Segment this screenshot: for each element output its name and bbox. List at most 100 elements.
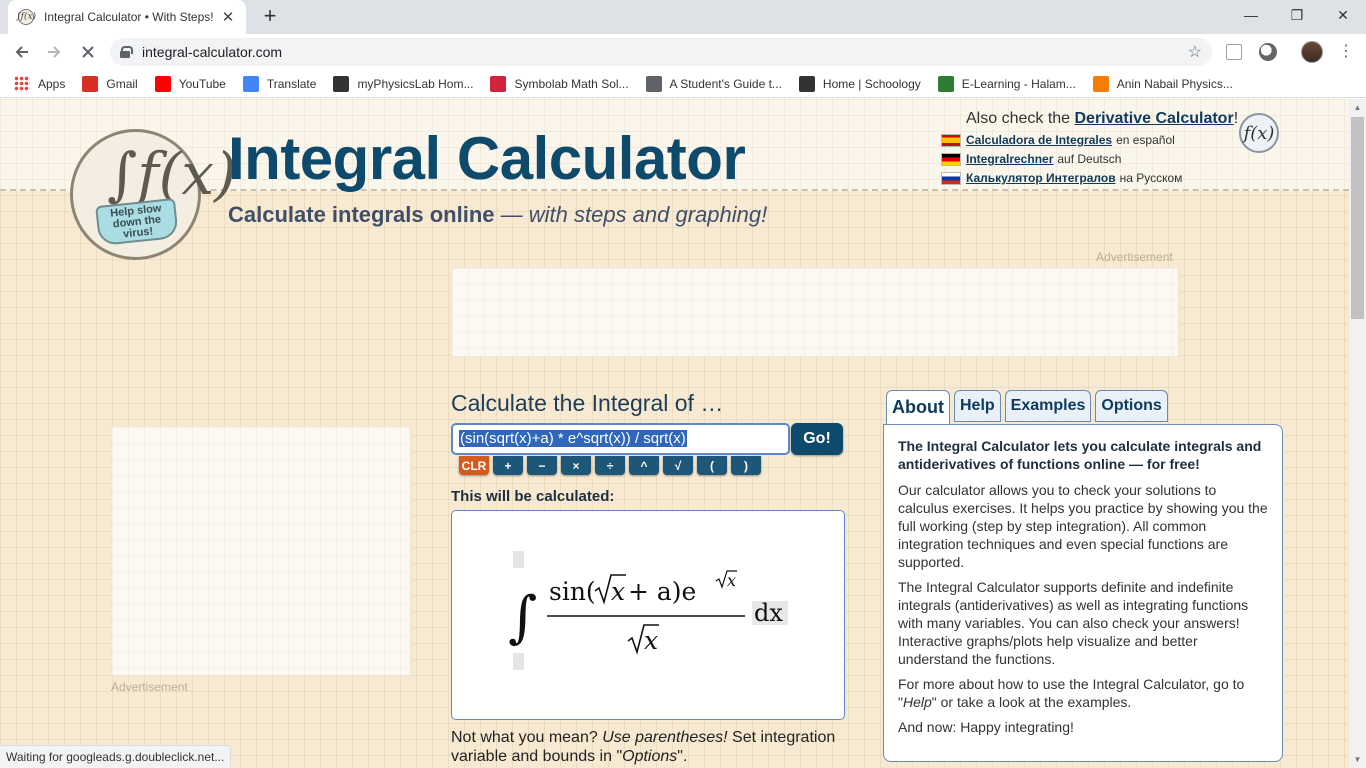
bookmark-item[interactable]: myPhysicsLab Hom... <box>333 75 474 92</box>
about-help-ref: Help <box>902 694 932 710</box>
bookmark-item[interactable]: Translate <box>242 75 316 92</box>
denominator-x: x <box>644 626 658 655</box>
globe-icon <box>645 75 662 92</box>
youtube-icon <box>154 75 171 92</box>
info-tabs: About Help Examples Options <box>886 390 1172 424</box>
power-key[interactable]: ^ <box>629 456 659 475</box>
stop-icon <box>82 46 94 58</box>
banner-ad[interactable] <box>451 267 1179 357</box>
integral-input[interactable]: (sin(sqrt(x)+a) * e^sqrt(x)) / sqrt(x) <box>451 423 790 455</box>
spain-flag-icon <box>941 133 961 147</box>
tab-about[interactable]: About <box>886 390 950 424</box>
open-paren-key[interactable]: ( <box>697 456 727 475</box>
integral-favicon-icon: ∫f(x) <box>16 9 36 25</box>
calculator-heading: Calculate the Integral of … <box>451 390 724 416</box>
extension-circle-icon[interactable] <box>1259 43 1277 61</box>
differential: dx <box>754 599 783 627</box>
advertisement-label: Advertisement <box>111 680 188 694</box>
tab-close-icon[interactable]: ✕ <box>220 8 236 26</box>
subtitle-rest: — with steps and graphing! <box>494 202 768 227</box>
bookmark-label: Anin Nabail Physics... <box>1116 76 1233 91</box>
bookmark-item[interactable]: Home | Schoology <box>798 75 921 92</box>
clear-key[interactable]: CLR <box>459 456 489 475</box>
formula-render: ∫ sin( x + a)e x x dx <box>508 551 788 670</box>
tab-title: Integral Calculator • With Steps! <box>44 10 214 24</box>
german-rest: auf Deutsch <box>1057 152 1122 166</box>
spanish-link[interactable]: Calculadora de Integrales <box>966 133 1112 147</box>
plus-key[interactable]: + <box>493 456 523 475</box>
browser-menu-icon[interactable]: ⋮ <box>1338 42 1354 62</box>
hint-text: Not what you mean? <box>451 729 603 746</box>
minus-key[interactable]: − <box>527 456 557 475</box>
language-russian: Калькулятор Интегралов на Русском <box>941 171 1182 185</box>
bookmark-item[interactable]: Apps <box>14 75 66 92</box>
advertisement-label: Advertisement <box>1096 250 1173 264</box>
minimize-button[interactable]: — <box>1228 0 1274 30</box>
numerator-plus-a: + a)e <box>628 577 696 606</box>
scroll-thumb[interactable] <box>1351 117 1364 319</box>
about-text: " or take a look at the examples. <box>931 694 1132 710</box>
profile-avatar[interactable] <box>1301 41 1323 63</box>
address-bar[interactable]: integral-calculator.com ☆ <box>110 38 1212 66</box>
integral-sign: ∫ <box>508 585 537 650</box>
bookmark-item[interactable]: A Student's Guide t... <box>645 75 782 92</box>
tab-help[interactable]: Help <box>953 390 1001 422</box>
german-link[interactable]: Integralrechner <box>966 152 1053 166</box>
lock-icon[interactable] <box>120 46 133 58</box>
page-scrollbar[interactable]: ▲ ▼ <box>1349 99 1366 768</box>
bookmark-label: Gmail <box>106 76 138 91</box>
scroll-up-icon[interactable]: ▲ <box>1349 99 1366 116</box>
language-german: Integralrechner auf Deutsch <box>941 152 1121 166</box>
schoology-icon <box>798 75 815 92</box>
tab-options[interactable]: Options <box>1095 390 1168 422</box>
fx-badge-icon[interactable]: f(x) <box>1239 113 1279 153</box>
tab-strip: ∫f(x) Integral Calculator • With Steps! … <box>0 0 1366 34</box>
also-check: Also check the Derivative Calculator! <box>966 110 1238 128</box>
divide-key[interactable]: ÷ <box>595 456 625 475</box>
russian-link[interactable]: Калькулятор Интегралов <box>966 171 1116 185</box>
translate-icon <box>242 75 259 92</box>
forward-arrow-icon <box>48 46 61 58</box>
bookmark-label: Home | Schoology <box>822 76 921 91</box>
new-tab-button[interactable]: + <box>258 4 282 28</box>
times-key[interactable]: × <box>561 456 591 475</box>
side-ad[interactable] <box>111 426 411 676</box>
back-button[interactable] <box>10 40 34 64</box>
site-logo[interactable]: ∫f(x) Help slow down the virus! <box>70 129 237 260</box>
language-spanish: Calculadora de Integrales en español <box>941 133 1175 147</box>
about-panel: The Integral Calculator lets you calcula… <box>883 424 1283 762</box>
tab-examples[interactable]: Examples <box>1004 390 1092 422</box>
bookmark-label: Symbolab Math Sol... <box>514 76 629 91</box>
about-paragraph: And now: Happy integrating! <box>898 719 1074 735</box>
scroll-down-icon[interactable]: ▼ <box>1349 751 1366 768</box>
also-prefix: Also check the <box>966 110 1075 127</box>
subtitle-bold: Calculate integrals online <box>228 202 495 227</box>
sqrt-key[interactable]: √ <box>663 456 693 475</box>
bookmark-star-icon[interactable]: ☆ <box>1188 42 1202 62</box>
browser-tab[interactable]: ∫f(x) Integral Calculator • With Steps! … <box>8 0 246 34</box>
bookmark-item[interactable]: E-Learning - Halam... <box>937 75 1076 92</box>
bookmark-item[interactable]: Gmail <box>82 75 138 92</box>
restore-button[interactable]: ❐ <box>1274 0 1320 30</box>
forward-button[interactable] <box>42 40 66 64</box>
bookmark-item[interactable]: YouTube <box>154 75 226 92</box>
url-text: integral-calculator.com <box>142 44 283 60</box>
back-arrow-icon <box>15 46 28 58</box>
site-title[interactable]: Integral Calculator <box>228 124 746 193</box>
extension-icon[interactable] <box>1226 44 1242 60</box>
go-button[interactable]: Go! <box>791 423 843 455</box>
window-close-button[interactable]: ✕ <box>1320 0 1366 30</box>
bookmark-item[interactable]: Anin Nabail Physics... <box>1092 75 1233 92</box>
upper-bound-placeholder[interactable] <box>513 551 524 568</box>
spanish-rest: en español <box>1116 133 1175 147</box>
preview-label: This will be calculated: <box>451 488 615 505</box>
bookmarks-bar: Apps Gmail YouTube Translate myPhysicsLab Ho… <box>0 70 1366 98</box>
logo-mask-badge: Help slow down the virus! <box>95 197 179 247</box>
derivative-calculator-link[interactable]: Derivative Calculator <box>1075 110 1234 127</box>
close-paren-key[interactable]: ) <box>731 456 761 475</box>
bookmark-label: Apps <box>38 76 66 91</box>
stop-loading-button[interactable] <box>76 40 100 64</box>
bookmark-item[interactable]: Symbolab Math Sol... <box>490 75 629 92</box>
lower-bound-placeholder[interactable] <box>513 653 524 670</box>
bookmark-label: myPhysicsLab Hom... <box>357 76 474 91</box>
